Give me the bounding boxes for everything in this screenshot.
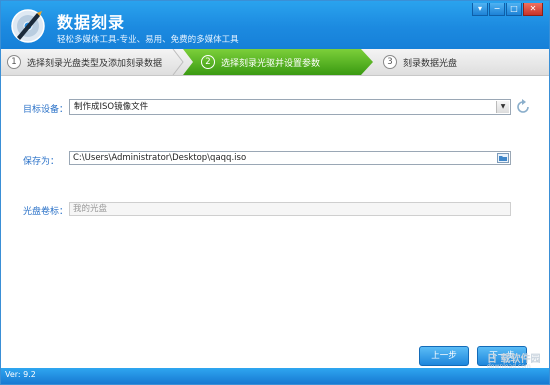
target-device-label: 目标设备： [23, 105, 69, 115]
disc-label-input[interactable]: 我的光盘 [69, 202, 511, 216]
save-as-path-input[interactable]: C:\Users\Administrator\Desktop\qaqq.iso [69, 151, 511, 165]
step-1-label: 选择刻录光盘类型及添加刻录数据 [27, 58, 163, 69]
save-as-path-value: C:\Users\Administrator\Desktop\qaqq.iso [73, 153, 247, 163]
version-label: Ver: 9.2 [5, 370, 36, 379]
target-device-select[interactable]: 制作成ISO镜像文件 ▼ [69, 99, 511, 115]
app-subtitle: 轻松多媒体工具-专业、易用、免费的多媒体工具 [57, 35, 239, 45]
save-as-label: 保存为： [23, 157, 60, 167]
minimize-button[interactable]: − [489, 3, 505, 16]
disc-burn-logo-icon [11, 9, 45, 43]
step-3-label: 刻录数据光盘 [403, 58, 458, 69]
step-1-number: 1 [7, 55, 21, 69]
app-window: 数据刻录 轻松多媒体工具-专业、易用、免费的多媒体工具 ▾ − □ ✕ 1 选择… [0, 0, 550, 385]
menu-dropdown-icon[interactable]: ▾ [472, 3, 488, 16]
browse-folder-icon[interactable] [497, 153, 509, 163]
app-title: 数据刻录 [57, 13, 126, 32]
step-3: 3 刻录数据光盘 [383, 49, 457, 75]
step-separator-icon [172, 49, 184, 75]
chevron-down-icon[interactable]: ▼ [496, 101, 509, 113]
refresh-icon[interactable] [515, 99, 531, 115]
title-bar[interactable]: 数据刻录 轻松多媒体工具-专业、易用、免费的多媒体工具 ▾ − □ ✕ [1, 1, 549, 49]
step-3-number: 3 [383, 55, 397, 69]
window-controls: ▾ − □ ✕ [471, 3, 543, 16]
close-button[interactable]: ✕ [523, 3, 543, 16]
step-1: 1 选择刻录光盘类型及添加刻录数据 [7, 49, 162, 75]
step-2-label: 选择刻录光驱并设置参数 [221, 58, 321, 69]
disc-label-label: 光盘卷标： [23, 207, 69, 217]
maximize-button[interactable]: □ [506, 3, 522, 16]
status-bar: Ver: 9.2 [1, 368, 549, 384]
step-2: 2 选择刻录光驱并设置参数 [201, 49, 320, 75]
target-device-value: 制作成ISO镜像文件 [74, 102, 149, 112]
disc-label-placeholder: 我的光盘 [73, 204, 108, 214]
step-2-number: 2 [201, 55, 215, 69]
prev-button[interactable]: 上一步 [419, 346, 469, 366]
